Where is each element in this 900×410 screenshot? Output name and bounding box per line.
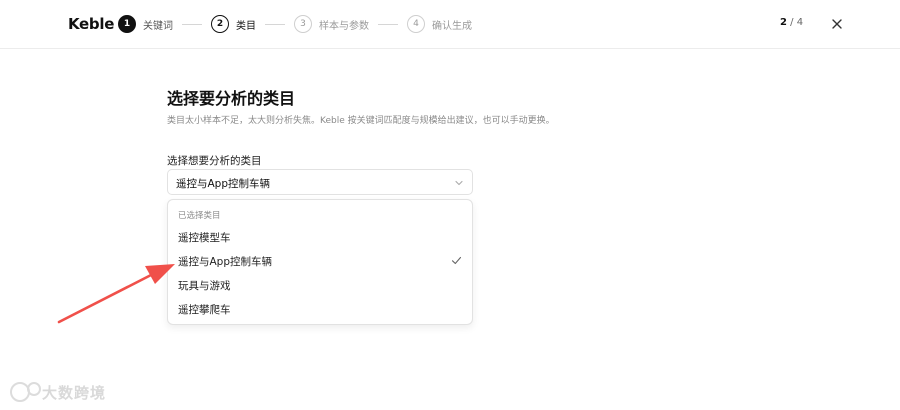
step-number: 1 [118,15,136,33]
dropdown-option-toys-games[interactable]: 玩具与游戏 [168,273,472,297]
option-label: 遥控模型车 [178,232,231,244]
category-field-label: 选择想要分析的类目 [167,155,262,167]
dropdown-option-rc-model-car[interactable]: 遥控模型车 [168,225,472,249]
step-keywords[interactable]: 1 关键词 [118,15,173,33]
option-label: 玩具与游戏 [178,280,231,292]
step-label: 样本与参数 [319,20,369,32]
step-label: 确认生成 [432,20,472,32]
step-number: 2 [211,15,229,33]
chevron-down-icon [455,180,463,186]
step-counter-total: / 4 [786,17,804,28]
category-dropdown-menu: 已选择类目 遥控模型车 遥控与App控制车辆 玩具与游戏 遥控攀爬车 [167,199,473,325]
category-select[interactable]: 遥控与App控制车辆 [167,169,473,195]
top-bar: Keble 1 关键词 2 类目 3 样本与参数 4 确认生成 2 / 4 [0,0,900,49]
step-confirm: 4 确认生成 [407,15,472,33]
step-counter-current: 2 [780,17,787,28]
step-divider [265,23,285,25]
close-icon[interactable] [829,16,845,32]
stepper: 1 关键词 2 类目 3 样本与参数 4 确认生成 [118,14,472,34]
check-icon [451,256,462,265]
dropdown-option-rc-crawler[interactable]: 遥控攀爬车 [168,297,472,321]
option-label: 遥控攀爬车 [178,304,231,316]
annotation-arrow-icon [57,264,175,324]
app-logo: Keble [68,15,115,33]
step-divider [182,23,202,25]
step-label: 类目 [236,20,256,32]
step-number: 4 [407,15,425,33]
step-samples: 3 样本与参数 [294,15,369,33]
step-divider [378,23,398,25]
option-label: 遥控与App控制车辆 [178,256,273,268]
step-number: 3 [294,15,312,33]
step-category[interactable]: 2 类目 [211,15,256,33]
category-select-value: 遥控与App控制车辆 [176,178,271,190]
watermark-text: 大数跨境 [42,384,107,402]
dropdown-group-label: 已选择类目 [178,211,221,221]
page-title: 选择要分析的类目 [167,89,296,108]
step-counter: 2 / 4 [780,17,803,28]
step-label: 关键词 [143,20,173,32]
dropdown-option-rc-app-vehicles[interactable]: 遥控与App控制车辆 [168,249,472,273]
page-description: 类目太小样本不足，太大则分析失焦。Keble 按关键词匹配度与规模给出建议，也可… [167,116,555,126]
